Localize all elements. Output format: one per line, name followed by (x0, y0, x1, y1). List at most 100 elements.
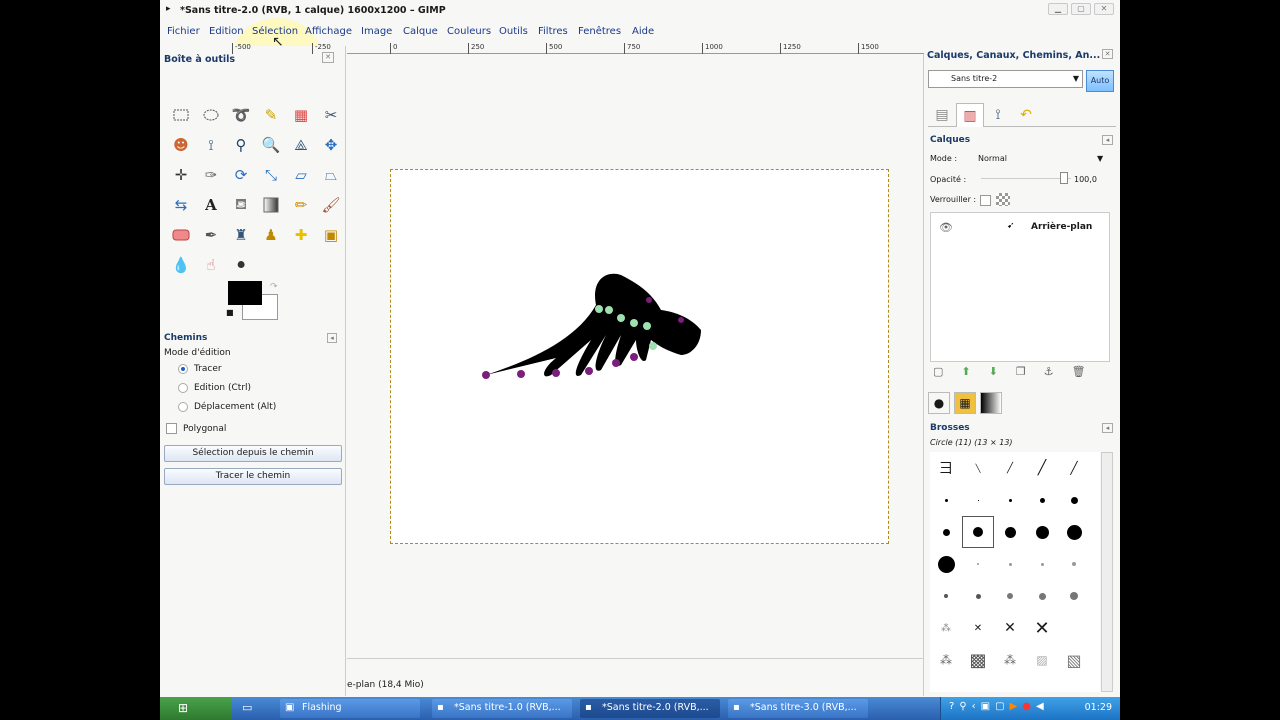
opacity-slider-handle[interactable] (1060, 172, 1068, 184)
brush-item[interactable] (1058, 548, 1090, 580)
menu-edition[interactable]: Edition (209, 26, 244, 37)
brush-item[interactable] (1058, 516, 1090, 548)
brush-item[interactable] (930, 580, 962, 612)
brush-item[interactable] (1026, 516, 1058, 548)
ink-icon[interactable]: ♜ (226, 220, 256, 250)
shield-icon[interactable]: ▣ (981, 701, 990, 712)
rotate-icon[interactable]: ⟳ (226, 160, 256, 190)
media-icon[interactable]: ▶ (1010, 701, 1018, 712)
brush-item[interactable] (1026, 580, 1058, 612)
mode-tracer-radio[interactable]: Tracer (178, 364, 222, 374)
opacity-value[interactable]: 100,0 (1074, 175, 1097, 184)
blur-icon[interactable]: 💧 (166, 250, 196, 280)
fuzzy-select-icon[interactable]: ✎ (256, 100, 286, 130)
duplicate-layer-icon[interactable]: ❐ (1016, 365, 1026, 378)
rect-select-icon[interactable] (166, 100, 196, 130)
brush-item[interactable]: ╱ (1058, 452, 1090, 484)
brush-item[interactable] (994, 484, 1026, 516)
radio-off-icon[interactable] (178, 383, 188, 393)
layer-row[interactable]: 👁 ➹ Arrière-plan (931, 219, 1109, 237)
tab-channels-icon[interactable]: ▥ (956, 103, 984, 127)
pencil-icon[interactable]: ✏ (286, 190, 316, 220)
layers-list[interactable]: 👁 ➹ Arrière-plan (930, 212, 1110, 362)
menu-affichage[interactable]: Affichage (305, 26, 352, 37)
horizontal-scrollbar[interactable] (347, 658, 924, 669)
heal-icon[interactable]: ✚ (286, 220, 316, 250)
lock-alpha-icon[interactable] (996, 193, 1010, 206)
brush-item[interactable] (930, 484, 962, 516)
brush-item[interactable] (962, 580, 994, 612)
tab-patterns-icon[interactable]: ▦ (954, 392, 976, 414)
bucket-fill-icon[interactable]: ⛾ (226, 190, 256, 220)
brush-item[interactable]: ╱ (994, 452, 1026, 484)
brush-item[interactable]: ⁂ (994, 644, 1026, 676)
brush-item[interactable] (930, 516, 962, 548)
lower-layer-icon[interactable]: ⬇ (989, 365, 998, 378)
brush-item[interactable]: ╱ (1026, 452, 1058, 484)
close-button[interactable]: ✕ (1094, 3, 1114, 15)
menu-outils[interactable]: Outils (499, 26, 528, 37)
color-select-icon[interactable]: ▦ (286, 100, 316, 130)
anchor-layer-icon[interactable]: ⚓ (1044, 365, 1054, 378)
blend-icon[interactable] (256, 190, 286, 220)
image-canvas[interactable] (390, 169, 889, 544)
opacity-slider[interactable] (981, 178, 1071, 179)
back-icon[interactable]: ‹ (972, 701, 976, 712)
mode-deplacement-radio[interactable]: Déplacement (Alt) (178, 402, 276, 412)
brush-item[interactable]: ▧ (1058, 644, 1090, 676)
polygonal-checkbox[interactable]: Polygonal (166, 423, 226, 434)
menu-aide[interactable]: Aide (632, 26, 654, 37)
brush-item[interactable] (994, 516, 1026, 548)
chevron-down-icon[interactable]: ▼ (1097, 154, 1103, 163)
free-select-icon[interactable]: ➰ (226, 100, 256, 130)
help-icon[interactable]: ? (949, 701, 954, 712)
brush-item[interactable]: ⺕ (930, 452, 962, 484)
start-button[interactable]: ⊞ (160, 697, 232, 720)
brush-item[interactable] (994, 580, 1026, 612)
delete-layer-icon[interactable]: 🗑 (1072, 365, 1086, 378)
tab-gradients-icon[interactable] (980, 392, 1002, 414)
folder-icon[interactable]: ▭ (242, 701, 252, 714)
menu-filtres[interactable]: Filtres (538, 26, 568, 37)
menu-fichier[interactable]: Fichier (167, 26, 200, 37)
brush-item-selected[interactable] (962, 516, 994, 548)
menu-calque[interactable]: Calque (403, 26, 438, 37)
brush-item[interactable] (1058, 484, 1090, 516)
brush-item[interactable] (1026, 548, 1058, 580)
tab-undo-icon[interactable]: ↶ (1012, 103, 1040, 127)
maximize-button[interactable]: ▢ (1071, 3, 1091, 15)
image-selector[interactable]: Sans titre-2 ▼ (928, 70, 1083, 88)
paintbrush-icon[interactable]: 🖌 (316, 190, 346, 220)
brush-item[interactable]: ⁂ (930, 644, 962, 676)
checkbox-icon[interactable] (166, 423, 177, 434)
stroke-path-button[interactable]: Tracer le chemin (164, 468, 342, 485)
new-layer-icon[interactable]: ▢ (933, 365, 943, 378)
horizontal-ruler[interactable]: -500 -250 0 250 500 750 1000 1250 1500 (232, 40, 924, 54)
dodge-burn-icon[interactable]: ⚫ (226, 250, 256, 280)
mode-select[interactable]: Normal (978, 154, 1007, 163)
color-picker-icon[interactable]: ⚲ (226, 130, 256, 160)
measure-icon[interactable]: ⟁ (286, 130, 316, 160)
layers-menu-icon[interactable]: ◂ (1102, 135, 1113, 145)
volume-icon[interactable]: ◀ (1036, 701, 1044, 712)
scale-icon[interactable]: ⤡ (256, 160, 286, 190)
perspective-icon[interactable]: ⏢ (316, 160, 346, 190)
zoom-icon[interactable]: 🔍 (256, 130, 286, 160)
airbrush-icon[interactable]: ✒ (196, 220, 226, 250)
brush-scrollbar[interactable] (1101, 452, 1113, 692)
scissors-icon[interactable]: ✂ (316, 100, 346, 130)
mode-edition-radio[interactable]: Edition (Ctrl) (178, 383, 251, 393)
brush-item[interactable]: ✕ (1026, 612, 1058, 644)
brush-item[interactable] (994, 548, 1026, 580)
smudge-icon[interactable]: ☝ (196, 250, 226, 280)
brush-grid[interactable]: ⺕ ╲ ╱ ╱ ╱ ⁂ ✕ ✕ ✕ ⁂ ▩ ⁂ ▨ ▧ (930, 452, 1100, 692)
task-sans-titre-1[interactable]: ▪ *Sans titre-1.0 (RVB,... (432, 699, 572, 718)
task-sans-titre-2[interactable]: ▪ *Sans titre-2.0 (RVB,... (580, 699, 720, 718)
brush-item[interactable] (962, 548, 994, 580)
text-icon[interactable]: A (196, 190, 226, 220)
clone-icon[interactable]: ♟ (256, 220, 286, 250)
foreground-select-icon[interactable]: ☻ (166, 130, 196, 160)
raise-layer-icon[interactable]: ⬆ (961, 365, 970, 378)
brush-item[interactable]: ╲ (962, 452, 994, 484)
lock-pixels-checkbox[interactable] (980, 195, 991, 206)
